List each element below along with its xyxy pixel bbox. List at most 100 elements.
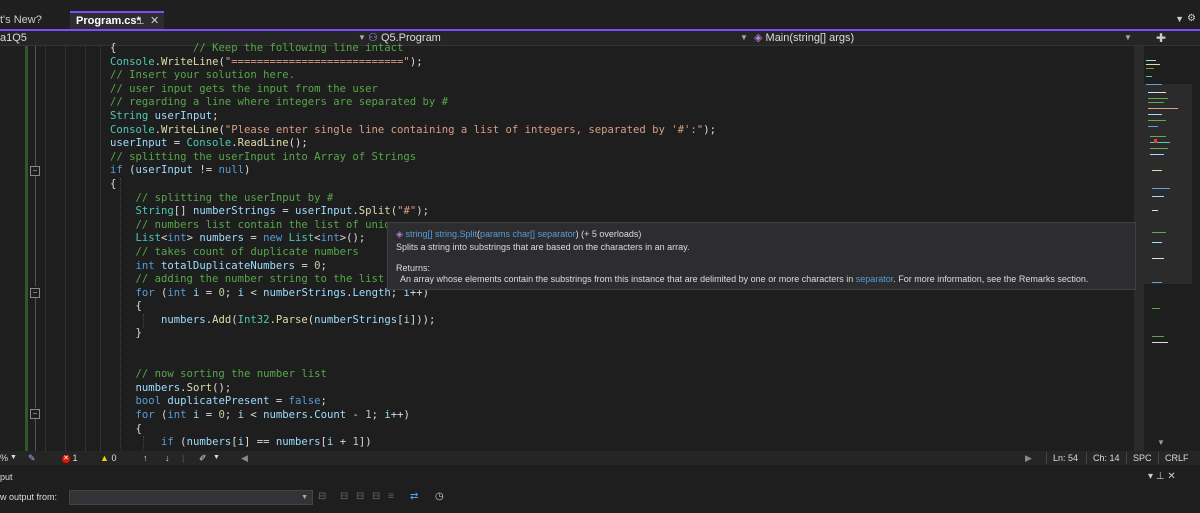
output-source-dropdown[interactable]: ▼ bbox=[69, 490, 313, 505]
member-dropdown[interactable]: ◈ Main(string[] args) bbox=[754, 31, 854, 45]
outline-line bbox=[35, 46, 36, 166]
outline-line bbox=[35, 176, 36, 286]
code-line: // splitting the userInput into Array of… bbox=[110, 150, 417, 163]
clear-all-icon[interactable]: ≡ bbox=[388, 488, 394, 506]
sig-overloads: (+ 5 overloads) bbox=[581, 229, 642, 239]
code-line: numbers.Sort(); bbox=[135, 381, 232, 394]
code-cleanup-brush-icon[interactable]: ✐ bbox=[199, 451, 207, 465]
warning-count-button[interactable]: ▲ 0 bbox=[100, 451, 116, 465]
sig-params-keyword: params bbox=[480, 229, 511, 239]
change-tracking-bar bbox=[25, 46, 28, 451]
split-editor-plus-icon[interactable]: ✚ bbox=[1156, 31, 1166, 45]
previous-message-icon[interactable]: ⊟ bbox=[340, 488, 348, 506]
member-dropdown-chevron-icon[interactable]: ▼ bbox=[1124, 31, 1132, 45]
minimap-viewport[interactable] bbox=[1144, 84, 1192, 284]
code-health-icon[interactable]: ✎ bbox=[28, 451, 36, 465]
code-line: Console.WriteLine("=====================… bbox=[110, 55, 423, 68]
code-line: numbers.Add(Int32.Parse(numberStrings[i]… bbox=[161, 313, 436, 326]
project-name: a1Q5 bbox=[0, 32, 27, 44]
sig-param-name: separator bbox=[537, 229, 576, 239]
show-output-from-label: w output from: bbox=[0, 492, 58, 502]
tab-whats-new-label: t's New? bbox=[0, 14, 42, 26]
tab-whats-new[interactable]: t's New? bbox=[0, 12, 42, 29]
word-wrap-icon[interactable]: ⇄ bbox=[410, 488, 418, 506]
indent-guide bbox=[85, 46, 86, 451]
code-line: if (numbers[i] == numbers[i + 1]) bbox=[161, 436, 372, 449]
code-cleanup-chevron-icon[interactable]: ▼ bbox=[213, 451, 220, 465]
returns-text-1: An array whose elements contain the subs… bbox=[400, 274, 856, 284]
class-dropdown-chevron-icon[interactable]: ▼ bbox=[740, 31, 748, 45]
output-source-chevron-icon: ▼ bbox=[301, 494, 308, 501]
indent-guide bbox=[65, 46, 66, 451]
tooltip-returns-label: Returns: bbox=[396, 263, 431, 273]
quickinfo-tooltip: ◈ string[] string.Split(params char[] se… bbox=[387, 222, 1136, 290]
code-line: String userInput; bbox=[110, 109, 219, 122]
scroll-right-arrow-icon[interactable]: ▶ bbox=[1025, 451, 1032, 465]
find-message-icon[interactable]: ⊟ bbox=[318, 488, 326, 506]
code-line: String[] numberStrings = userInput.Split… bbox=[135, 205, 429, 218]
returns-text-2: . For more information, see the Remarks … bbox=[893, 274, 1089, 284]
indent-guide bbox=[100, 46, 101, 451]
outline-line bbox=[35, 419, 36, 451]
tab-program-cs[interactable]: Program.cs* ⊥ ✕ bbox=[70, 11, 164, 30]
returns-link[interactable]: separator bbox=[856, 274, 894, 284]
previous-issue-arrow-icon[interactable]: ↑ bbox=[143, 451, 148, 465]
close-panel-icon[interactable]: ✕ bbox=[1167, 471, 1175, 482]
code-line: userInput = Console.ReadLine(); bbox=[110, 137, 308, 150]
next-issue-arrow-icon[interactable]: ↓ bbox=[165, 451, 170, 465]
project-dropdown[interactable]: a1Q5 bbox=[0, 31, 27, 45]
code-line: // now sorting the number list bbox=[135, 368, 327, 381]
line-number[interactable]: Ln: 54 bbox=[1046, 452, 1084, 464]
code-line: // user input gets the input from the us… bbox=[110, 82, 378, 95]
warning-icon: ▲ bbox=[100, 453, 109, 463]
output-panel-title: put bbox=[0, 472, 13, 482]
outline-line bbox=[35, 298, 36, 408]
error-count: 1 bbox=[72, 453, 78, 463]
align-icon[interactable]: ⊟ bbox=[372, 488, 380, 506]
error-count-button[interactable]: ✕ 1 bbox=[62, 451, 78, 465]
zoom-dropdown-chevron-icon[interactable]: ▼ bbox=[10, 451, 17, 465]
pin-icon[interactable]: ⊥ bbox=[136, 13, 145, 30]
collapse-if-icon[interactable]: − bbox=[30, 166, 40, 176]
tooltip-description: Splits a string into substrings that are… bbox=[396, 242, 690, 252]
scroll-left-arrow-icon[interactable]: ◀ bbox=[241, 451, 248, 465]
editor-status-bar: % ▼ ✎ ✕ 1 ▲ 0 ↑ ↓ | ✐ ▼ ◀ ▶ Ln: 54 Ch: 1… bbox=[0, 451, 1200, 465]
code-line: for (int i = 0; i < numbers.Count - 1; i… bbox=[135, 409, 410, 422]
tooltip-signature: ◈ string[] string.Split(params char[] se… bbox=[396, 229, 642, 239]
zoom-level[interactable]: % bbox=[0, 451, 8, 465]
status-separator: | bbox=[182, 453, 185, 463]
tab-program-cs-label: Program.cs* bbox=[76, 15, 141, 27]
window-position-chevron-icon[interactable]: ▾ bbox=[1148, 471, 1153, 482]
code-line: Console.WriteLine("Please enter single l… bbox=[110, 123, 716, 136]
spacing-mode[interactable]: SPC bbox=[1126, 452, 1158, 464]
member-name: Main(string[] args) bbox=[765, 32, 855, 44]
method-icon: ◈ bbox=[754, 32, 763, 44]
scroll-down-arrow-icon[interactable]: ▼ bbox=[1157, 438, 1165, 447]
method-cube-icon: ◈ bbox=[396, 229, 403, 239]
next-message-icon[interactable]: ⊟ bbox=[356, 488, 364, 506]
output-toolbar: w output from: ▼ ⊟ ⊟ ⊟ ⊟ ≡ ⇄ ◷ bbox=[0, 488, 1200, 506]
code-line: bool duplicatePresent = false; bbox=[135, 395, 327, 408]
code-line: { bbox=[135, 300, 142, 313]
column-number[interactable]: Ch: 14 bbox=[1086, 452, 1126, 464]
collapse-for2-icon[interactable]: − bbox=[30, 409, 40, 419]
settings-gear-icon[interactable]: ⚙ bbox=[1187, 13, 1196, 24]
close-icon[interactable]: ✕ bbox=[150, 13, 159, 30]
auto-hide-pin-icon[interactable]: ⊥ bbox=[1156, 471, 1165, 482]
indent-guide bbox=[45, 46, 46, 451]
code-line: if (userInput != null) bbox=[110, 164, 251, 177]
code-line: // splitting the userInput by # bbox=[135, 191, 334, 204]
tooltip-returns-description: An array whose elements contain the subs… bbox=[400, 274, 1088, 284]
tab-overflow-chevron-icon[interactable]: ▼ bbox=[1175, 14, 1184, 24]
sig-return-type[interactable]: string[] bbox=[405, 229, 432, 239]
sig-method[interactable]: string.Split bbox=[435, 229, 477, 239]
timestamp-clock-icon[interactable]: ◷ bbox=[435, 488, 444, 506]
error-icon: ✕ bbox=[62, 454, 70, 463]
sig-param-type[interactable]: char[] bbox=[513, 229, 536, 239]
document-tab-bar: t's New? Program.cs* ⊥ ✕ ▼ ⚙ bbox=[0, 0, 1200, 30]
minimap-error-marker bbox=[1154, 139, 1157, 143]
collapse-for-icon[interactable]: − bbox=[30, 288, 40, 298]
line-ending[interactable]: CRLF bbox=[1158, 452, 1195, 464]
